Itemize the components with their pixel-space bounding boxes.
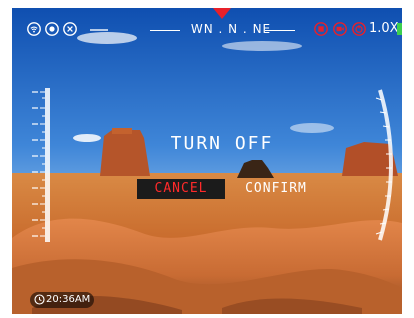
settings-icon[interactable] — [63, 22, 77, 36]
wifi-icon[interactable] — [27, 22, 41, 36]
level-indicator-line — [90, 29, 108, 31]
compass-heading: WN . N . NE — [190, 22, 272, 36]
compass-line-left — [150, 30, 180, 31]
confirm-button[interactable]: CONFIRM — [240, 179, 312, 199]
hud-overlay: WN . N . NE 1.0X TURN OFF CANCEL CONFIRM… — [12, 8, 402, 314]
right-roll-scale — [375, 89, 393, 241]
left-tilt-scale — [32, 88, 50, 242]
compass-line-right — [265, 30, 295, 31]
turn-off-dialog-title: TURN OFF — [170, 133, 274, 154]
battery-icon — [397, 23, 402, 35]
power-icon[interactable] — [352, 22, 366, 36]
clock-time: 20:36AM — [46, 294, 91, 305]
record-icon[interactable] — [314, 22, 328, 36]
cancel-button[interactable]: CANCEL — [137, 179, 225, 199]
zoom-level: 1.0X — [369, 21, 399, 36]
photo-mode-icon[interactable] — [45, 22, 59, 36]
viewfinder-screen: WN . N . NE 1.0X TURN OFF CANCEL CONFIRM… — [12, 8, 402, 314]
clock-icon — [34, 294, 45, 305]
compass-marker-icon — [213, 8, 231, 19]
top-status-bar: WN . N . NE 1.0X — [12, 8, 402, 50]
video-icon[interactable] — [333, 22, 347, 36]
